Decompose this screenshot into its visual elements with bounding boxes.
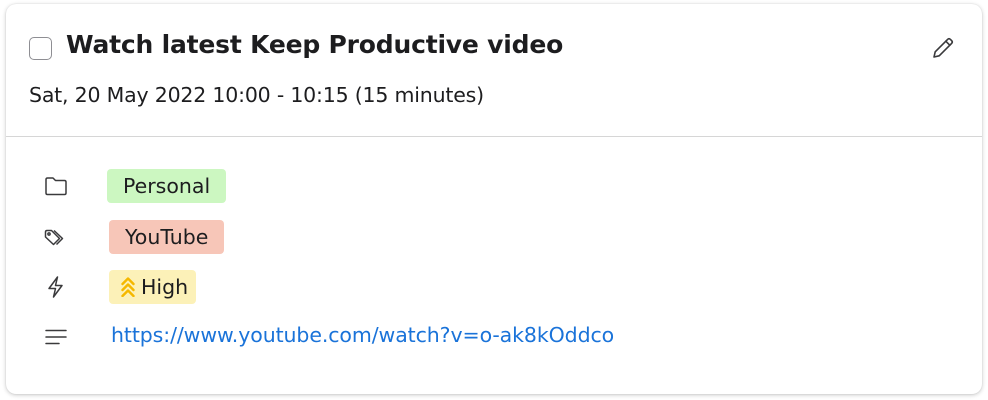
task-detail-card: Watch latest Keep Productive video Sat, … xyxy=(6,4,982,394)
youtube-tag[interactable]: YouTube xyxy=(109,220,225,254)
complete-checkbox[interactable] xyxy=(29,37,52,60)
tag-icon xyxy=(43,225,69,249)
notes-row: https://www.youtube.com/watch?v=o-ak8kOd… xyxy=(6,317,982,357)
notes-link[interactable]: https://www.youtube.com/watch?v=o-ak8kOd… xyxy=(111,323,614,347)
notes-lines-icon xyxy=(43,325,69,349)
folder-icon xyxy=(43,174,69,198)
lightning-icon xyxy=(43,275,69,299)
tags-row: YouTube xyxy=(6,217,982,257)
project-tag[interactable]: Personal xyxy=(107,169,227,203)
pencil-icon[interactable] xyxy=(930,35,956,61)
project-row: Personal xyxy=(6,166,982,206)
task-header: Watch latest Keep Productive video Sat, … xyxy=(6,4,982,137)
task-title: Watch latest Keep Productive video xyxy=(66,30,564,59)
priority-label: High xyxy=(141,275,189,299)
task-datetime: Sat, 20 May 2022 10:00 - 10:15 (15 minut… xyxy=(29,83,484,107)
priority-badge[interactable]: High xyxy=(109,270,197,304)
double-chevron-up-icon xyxy=(120,273,136,298)
priority-row: High xyxy=(6,267,982,307)
